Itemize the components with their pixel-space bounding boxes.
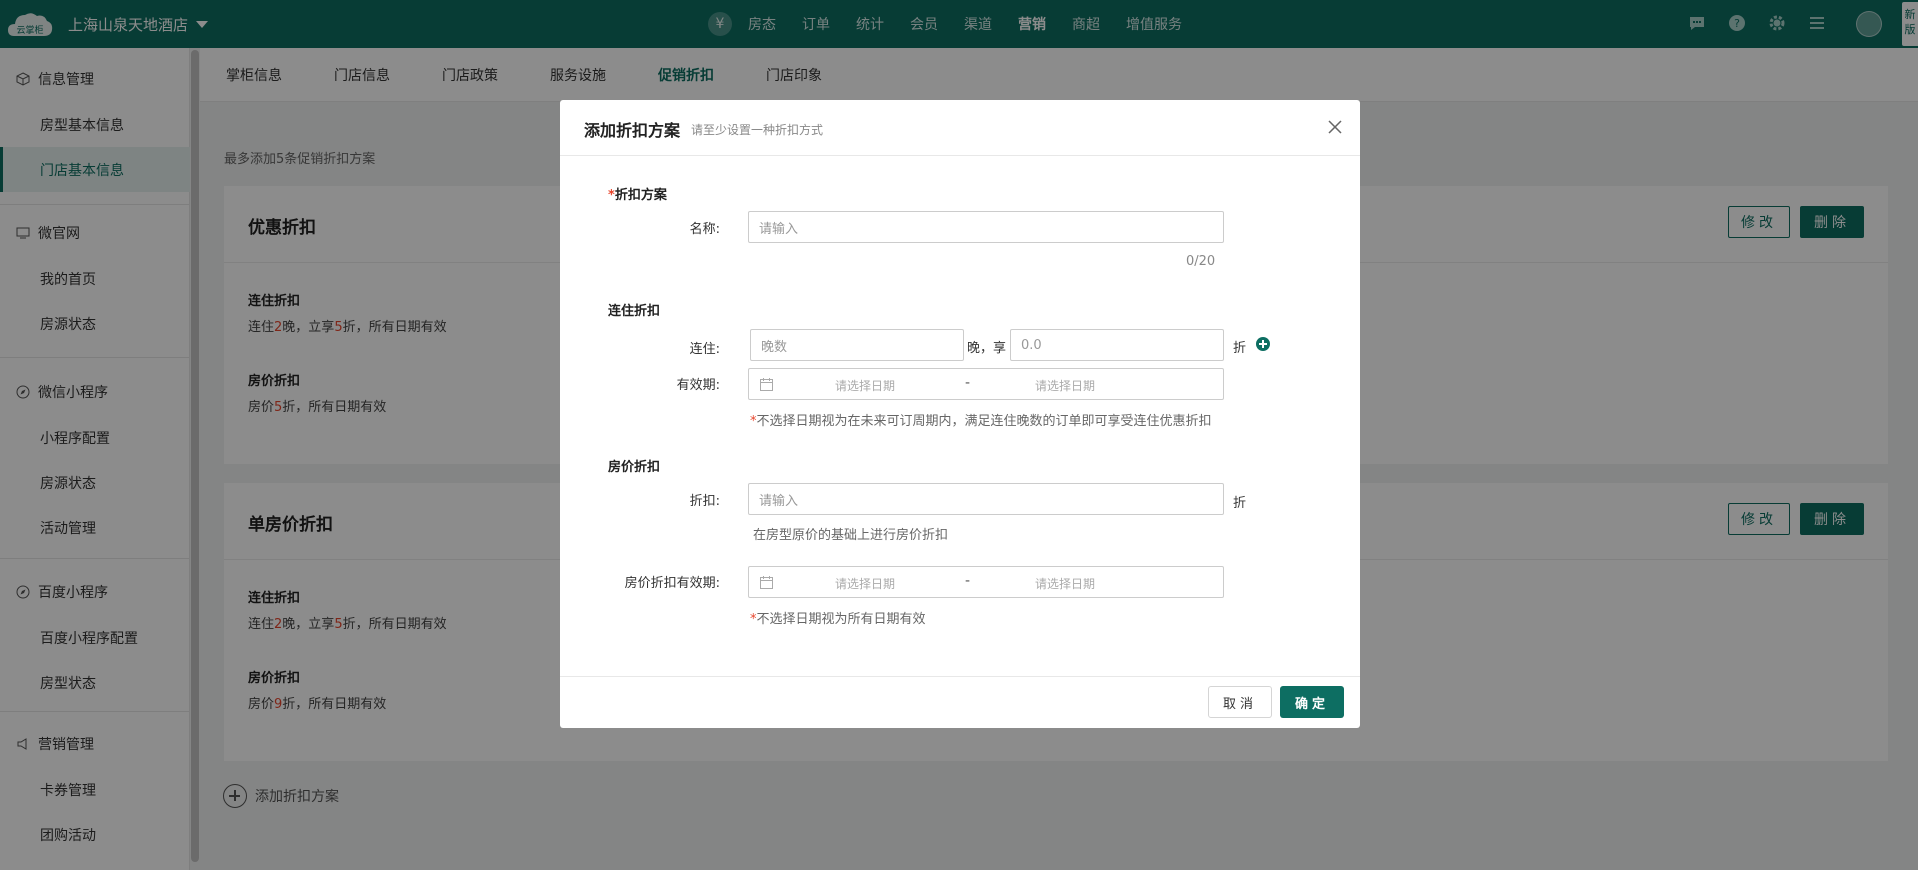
add-tier-plus-icon[interactable] <box>1256 337 1270 351</box>
price-section-title: 房价折扣 <box>608 460 661 475</box>
cancel-button[interactable]: 取消 <box>1208 686 1272 718</box>
nights-input[interactable]: 晚数 <box>750 329 964 361</box>
modal-title: 添加折扣方案 <box>584 121 681 140</box>
calendar-icon <box>760 378 773 391</box>
price-discount-input[interactable]: 请输入 <box>748 483 1224 515</box>
nights-unit: 晚，享 <box>967 341 1007 356</box>
modal-header: 添加折扣方案 请至少设置一种折扣方式 <box>560 100 1360 156</box>
validity-label: 有效期: <box>676 378 720 393</box>
price-date-range-picker[interactable]: 请选择日期 - 请选择日期 <box>748 566 1224 598</box>
date-end: 请选择日期 <box>1035 379 1096 393</box>
date-start: 请选择日期 <box>835 577 896 591</box>
price-discount-label: 折扣: <box>689 494 720 509</box>
confirm-button[interactable]: 确定 <box>1280 686 1344 718</box>
name-label: 名称: <box>689 222 720 237</box>
calendar-icon <box>760 576 773 589</box>
price-rate-unit: 折 <box>1233 496 1247 511</box>
date-separator: - <box>965 375 971 391</box>
modal-footer-divider <box>560 676 1360 677</box>
date-start: 请选择日期 <box>835 379 896 393</box>
stay-label: 连住: <box>689 342 720 357</box>
add-discount-modal: 添加折扣方案 请至少设置一种折扣方式 *折扣方案 名称: 请输入 0/20 连住… <box>560 100 1360 728</box>
modal-subtitle: 请至少设置一种折扣方式 <box>691 123 824 137</box>
plan-section-title: *折扣方案 <box>608 188 667 203</box>
stay-date-note: *不选择日期视为在未来可订周期内，满足连住晚数的订单即可享受连住优惠折扣 <box>750 414 1212 429</box>
stay-date-range-picker[interactable]: 请选择日期 - 请选择日期 <box>748 368 1224 400</box>
close-icon[interactable] <box>1326 118 1344 136</box>
price-note: 在房型原价的基础上进行房价折扣 <box>753 528 949 543</box>
stay-rate-input[interactable]: 0.0 <box>1010 329 1224 361</box>
stay-section-title: 连住折扣 <box>608 304 661 319</box>
name-char-count: 0/20 <box>1186 254 1216 269</box>
plan-name-input[interactable]: 请输入 <box>748 211 1224 243</box>
stay-rate-unit: 折 <box>1233 341 1247 356</box>
price-date-note: *不选择日期视为所有日期有效 <box>750 612 926 627</box>
date-end: 请选择日期 <box>1035 577 1096 591</box>
date-separator: - <box>965 573 971 589</box>
price-validity-label: 房价折扣有效期: <box>624 576 720 591</box>
